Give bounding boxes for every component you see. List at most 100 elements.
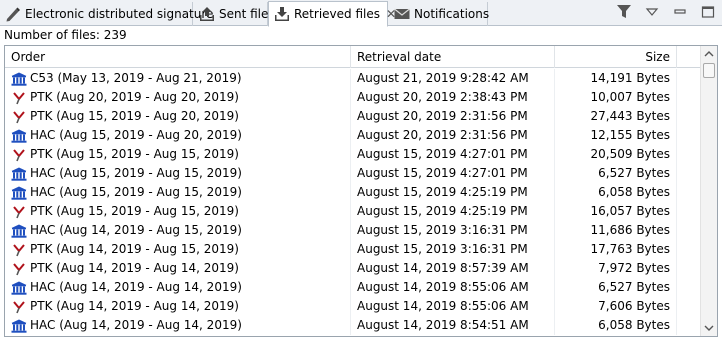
size-cell: 6,058 Bytes	[555, 183, 677, 202]
order-label: HAC (Aug 14, 2019 - Aug 15, 2019)	[30, 223, 242, 237]
size-cell: 6,527 Bytes	[555, 164, 677, 183]
envelope-icon	[393, 6, 411, 22]
size-cell: 14,191 Bytes	[555, 69, 677, 88]
table-body: C53 (May 13, 2019 - Aug 21, 2019) August …	[5, 69, 701, 335]
order-label: HAC (Aug 14, 2019 - Aug 14, 2019)	[30, 318, 242, 332]
table-row[interactable]: HAC (Aug 15, 2019 - Aug 15, 2019) August …	[5, 164, 701, 183]
size-cell: 7,606 Bytes	[555, 297, 677, 316]
bank-icon	[11, 319, 27, 333]
column-header-size[interactable]: Size	[555, 46, 677, 68]
table-row[interactable]: HAC (Aug 15, 2019 - Aug 20, 2019) August …	[5, 126, 701, 145]
filler-cell	[677, 278, 701, 297]
order-cell: HAC (Aug 15, 2019 - Aug 15, 2019)	[5, 164, 351, 183]
ptk-logo-icon	[11, 243, 27, 257]
column-header-order[interactable]: Order	[5, 46, 351, 68]
order-label: PTK (Aug 15, 2019 - Aug 20, 2019)	[30, 109, 239, 123]
retrieval-date-cell: August 15, 2019 4:27:01 PM	[351, 145, 555, 164]
size-cell: 17,763 Bytes	[555, 240, 677, 259]
tab-retrieved-files[interactable]: Retrieved files ✕	[268, 1, 396, 27]
tab-label: Electronic distributed signature	[25, 7, 214, 21]
order-cell: PTK (Aug 15, 2019 - Aug 15, 2019)	[5, 145, 351, 164]
download-icon	[273, 6, 291, 22]
order-cell: PTK (Aug 15, 2019 - Aug 15, 2019)	[5, 202, 351, 221]
table-row[interactable]: C53 (May 13, 2019 - Aug 21, 2019) August …	[5, 69, 701, 88]
retrieval-date-cell: August 20, 2019 2:31:56 PM	[351, 126, 555, 145]
tab-sent-files[interactable]: Sent files	[194, 2, 275, 26]
order-cell: C53 (May 13, 2019 - Aug 21, 2019)	[5, 69, 351, 88]
table-row[interactable]: PTK (Aug 14, 2019 - Aug 15, 2019) August …	[5, 240, 701, 259]
table-row[interactable]: HAC (Aug 15, 2019 - Aug 15, 2019) August …	[5, 183, 701, 202]
scrollbar-thumb[interactable]	[703, 63, 715, 78]
tab-electronic-distributed-signature[interactable]: Electronic distributed signature	[0, 2, 213, 26]
order-label: PTK (Aug 15, 2019 - Aug 15, 2019)	[30, 204, 239, 218]
bank-icon	[11, 224, 27, 238]
order-label: PTK (Aug 14, 2019 - Aug 14, 2019)	[30, 299, 239, 313]
order-label: HAC (Aug 14, 2019 - Aug 14, 2019)	[30, 280, 242, 294]
table-row[interactable]: PTK (Aug 14, 2019 - Aug 14, 2019) August …	[5, 259, 701, 278]
retrieval-date-cell: August 14, 2019 8:55:06 AM	[351, 278, 555, 297]
size-cell: 16,057 Bytes	[555, 202, 677, 221]
size-cell: 6,058 Bytes	[555, 316, 677, 335]
table-row[interactable]: HAC (Aug 14, 2019 - Aug 14, 2019) August …	[5, 316, 701, 335]
order-cell: PTK (Aug 14, 2019 - Aug 15, 2019)	[5, 240, 351, 259]
scroll-down-arrow-icon[interactable]	[701, 320, 717, 336]
filler-cell	[677, 107, 701, 126]
table-row[interactable]: HAC (Aug 14, 2019 - Aug 14, 2019) August …	[5, 278, 701, 297]
table-row[interactable]: PTK (Aug 15, 2019 - Aug 15, 2019) August …	[5, 145, 701, 164]
table-row[interactable]: HAC (Aug 14, 2019 - Aug 15, 2019) August …	[5, 221, 701, 240]
retrieval-date-cell: August 15, 2019 4:27:01 PM	[351, 164, 555, 183]
ptk-logo-icon	[11, 91, 27, 105]
size-cell: 6,527 Bytes	[555, 278, 677, 297]
file-count-label: Number of files: 239	[4, 28, 127, 42]
upload-icon	[198, 6, 216, 22]
bank-icon	[11, 186, 27, 200]
table-row[interactable]: PTK (Aug 15, 2019 - Aug 20, 2019) August …	[5, 107, 701, 126]
filter-icon[interactable]	[616, 4, 632, 20]
retrieval-date-cell: August 20, 2019 2:31:56 PM	[351, 107, 555, 126]
tab-notifications[interactable]: Notifications	[389, 2, 490, 26]
table-row[interactable]: PTK (Aug 20, 2019 - Aug 20, 2019) August …	[5, 88, 701, 107]
retrieval-date-cell: August 15, 2019 4:25:19 PM	[351, 183, 555, 202]
order-cell: HAC (Aug 14, 2019 - Aug 14, 2019)	[5, 316, 351, 335]
tab-label: Notifications	[414, 7, 490, 21]
filler-cell	[677, 69, 701, 88]
filler-cell	[677, 240, 701, 259]
view-tab-bar: Electronic distributed signature Sent fi…	[0, 0, 722, 27]
retrieved-files-table: Order Retrieval date Size C53 (May 13, 2…	[4, 45, 718, 337]
tab-label: Sent files	[219, 7, 275, 21]
bank-icon	[11, 129, 27, 143]
retrieval-date-cell: August 14, 2019 8:54:51 AM	[351, 316, 555, 335]
maximize-icon[interactable]	[700, 4, 716, 20]
order-cell: PTK (Aug 20, 2019 - Aug 20, 2019)	[5, 88, 351, 107]
size-cell: 7,972 Bytes	[555, 259, 677, 278]
retrieval-date-cell: August 15, 2019 3:16:31 PM	[351, 221, 555, 240]
filler-cell	[677, 297, 701, 316]
retrieval-date-cell: August 20, 2019 2:38:43 PM	[351, 88, 555, 107]
filler-cell	[677, 183, 701, 202]
table-row[interactable]: PTK (Aug 15, 2019 - Aug 15, 2019) August …	[5, 202, 701, 221]
filler-cell	[677, 88, 701, 107]
filler-cell	[677, 164, 701, 183]
ptk-logo-icon	[11, 110, 27, 124]
vertical-scrollbar[interactable]	[700, 46, 717, 336]
scroll-up-arrow-icon[interactable]	[701, 46, 717, 62]
column-header-retrieval-date[interactable]: Retrieval date	[351, 46, 555, 68]
order-label: PTK (Aug 20, 2019 - Aug 20, 2019)	[30, 90, 239, 104]
order-label: PTK (Aug 14, 2019 - Aug 14, 2019)	[30, 261, 239, 275]
table-row[interactable]: PTK (Aug 14, 2019 - Aug 14, 2019) August …	[5, 297, 701, 316]
filler-cell	[677, 316, 701, 335]
filler-cell	[677, 126, 701, 145]
bank-icon	[11, 167, 27, 181]
filler-cell	[677, 202, 701, 221]
size-cell: 27,443 Bytes	[555, 107, 677, 126]
minimize-icon[interactable]	[672, 4, 688, 20]
view-toolbar	[616, 4, 716, 20]
view-menu-icon[interactable]	[644, 4, 660, 20]
order-cell: HAC (Aug 15, 2019 - Aug 20, 2019)	[5, 126, 351, 145]
filler-cell	[677, 221, 701, 240]
ptk-logo-icon	[11, 205, 27, 219]
size-cell: 12,155 Bytes	[555, 126, 677, 145]
bank-icon	[11, 281, 27, 295]
pen-icon	[4, 6, 22, 22]
order-cell: PTK (Aug 15, 2019 - Aug 20, 2019)	[5, 107, 351, 126]
